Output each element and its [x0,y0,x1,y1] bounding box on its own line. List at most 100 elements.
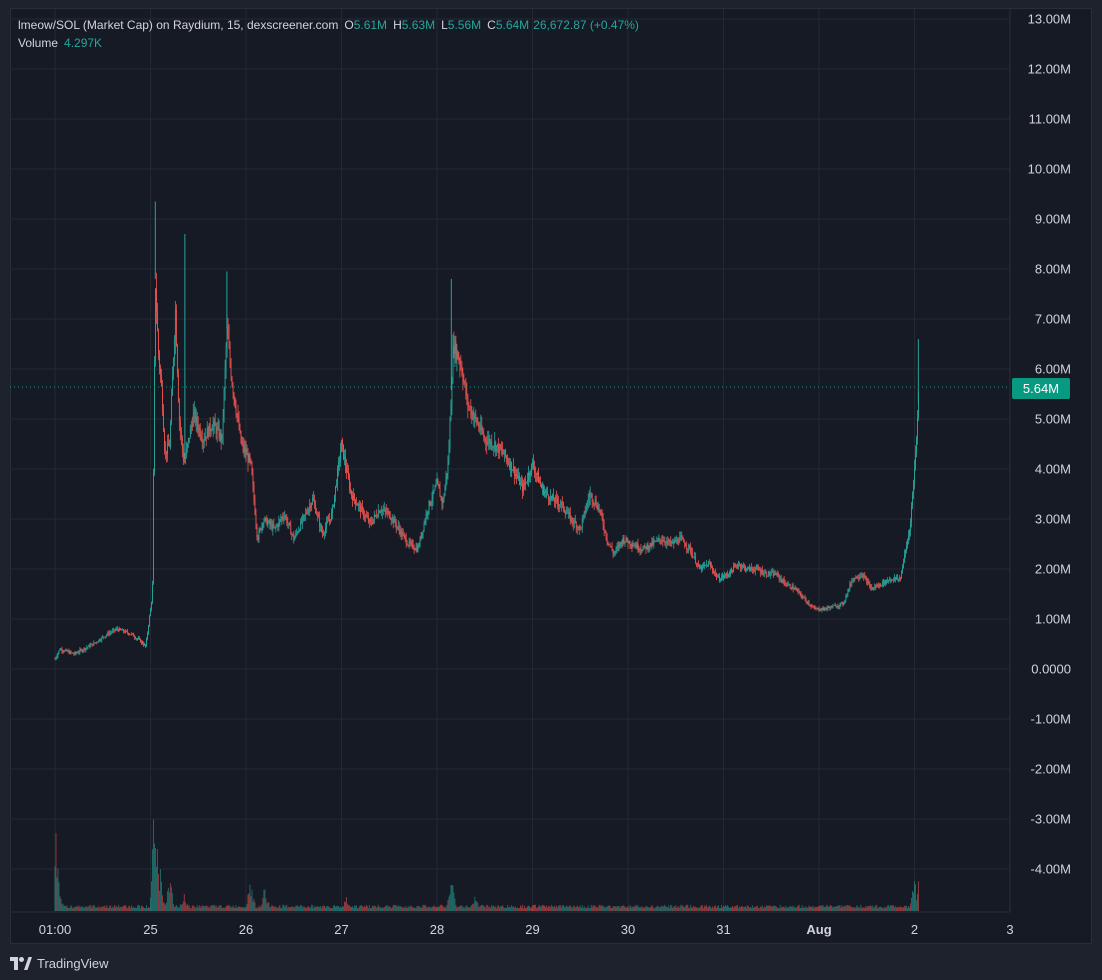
volume-bar [360,905,362,911]
chart-plot[interactable]: 13.00M12.00M11.00M10.00M9.00M8.00M7.00M6… [0,0,1102,980]
candle-body [665,542,667,544]
candle-body [134,636,135,638]
candle-body [669,540,671,543]
candle-body [54,659,56,660]
volume-bar [73,907,75,911]
candle-body [488,438,490,442]
candle-body [423,523,425,531]
volume-bar [916,893,918,911]
volume-bar [408,907,410,911]
candle-body [518,475,519,478]
x-tick-label: 01:00 [39,922,72,937]
volume-bar [753,906,755,911]
volume-bar [797,905,799,911]
candle-body [397,526,399,527]
volume-bar [723,905,724,911]
candle-body [573,520,575,524]
candle-body [742,565,744,567]
candle-body [899,578,900,580]
volume-bar [789,906,791,911]
candle-body [147,632,148,639]
candle-body [836,606,838,608]
volume-bar [583,906,585,911]
volume-bar [140,908,142,911]
volume-bar [557,906,559,911]
volume-bar [522,904,524,911]
candle-body [325,527,326,533]
volume-bar [754,907,756,911]
candle-body [132,633,133,635]
volume-bar [792,907,794,911]
candle-body [794,588,796,590]
volume-bar [917,881,919,911]
candle-body [190,425,192,428]
candle-body [377,511,379,517]
candle-body [680,536,682,538]
symbol-title: lmeow/SOL (Market Cap) on Raydium, 15, d… [18,18,339,32]
candle-body [339,461,340,462]
candle-body [388,511,390,518]
candle-body [800,593,802,596]
volume-bar [496,908,498,911]
candle-body [437,479,439,485]
candle-body [607,541,609,544]
candle-body [521,482,522,483]
candle-body [560,502,562,505]
y-tick-label: -4.00M [1031,862,1071,877]
candle-body [562,502,564,510]
volume-bar [74,907,76,911]
candle-body [862,574,864,578]
candle-body [601,512,603,519]
volume-bar [183,893,185,911]
candle-body [842,602,844,605]
candle-body [799,591,801,594]
candle-body [872,587,874,590]
candle-body [909,530,910,536]
candle-body [500,444,502,450]
candle-body [494,442,496,447]
volume-bar [582,907,584,911]
volume-bar [556,907,558,911]
candle-body [830,606,832,609]
volume-bar [587,905,589,911]
volume-bar [208,908,210,911]
volume-bar [469,907,471,911]
tradingview-brand[interactable]: TradingView [10,953,109,973]
candle-body [817,608,819,609]
candle-body [306,512,308,514]
candle-body [76,652,78,654]
volume-bar [548,906,550,911]
volume-bar [145,908,147,911]
volume-bar [304,906,306,911]
volume-bar [901,907,903,911]
candle-body [248,455,250,463]
candle-body [557,502,559,506]
volume-bar [671,905,673,911]
volume-bar [135,907,137,911]
volume-bar [764,907,766,911]
volume-bar [688,907,690,911]
volume-bar [636,906,638,911]
y-axis[interactable]: 13.00M12.00M11.00M10.00M9.00M8.00M7.00M6… [1009,9,1071,912]
candle-body [675,540,677,542]
volume-bar [403,907,405,911]
volume-bar [445,907,447,911]
volume-bar [311,904,313,911]
volume-bar [90,905,92,911]
volume-bar [80,907,82,911]
candle-body [122,629,124,631]
volume-bar [670,904,672,911]
volume-bar [409,906,411,911]
volume-bar [759,906,761,911]
candle-body [401,530,403,537]
x-axis[interactable]: 01:00 25 26 27 28 29 30 31 Aug 2 3 [10,911,1014,937]
candle-body [772,571,774,576]
volume-bar [341,906,343,911]
volume-bar [153,843,155,911]
candle-body [346,466,347,473]
volume-bar [118,904,120,911]
candle-body [523,484,524,492]
volume-bar [229,905,231,911]
volume-bar [888,904,890,911]
candle-body [556,498,558,503]
